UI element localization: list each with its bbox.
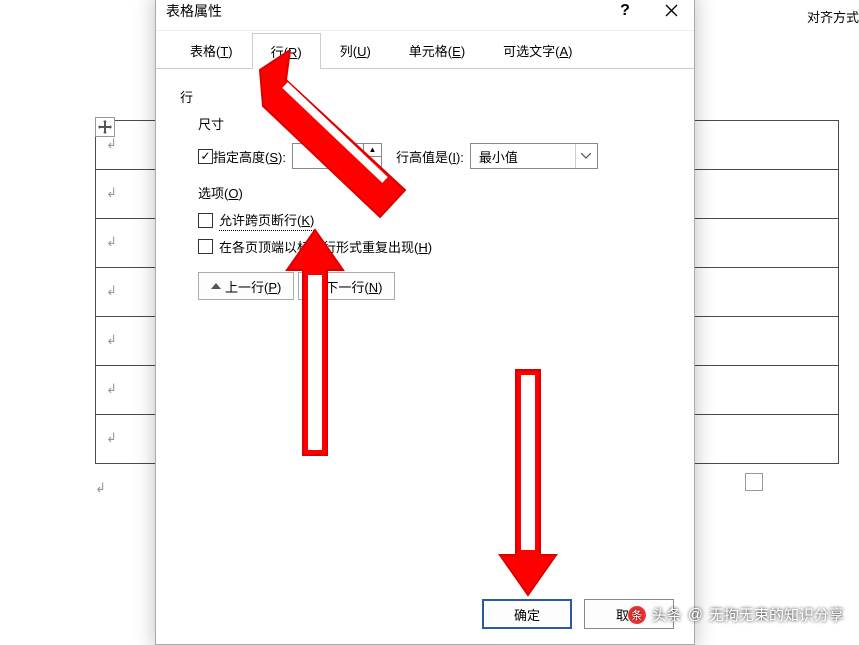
checkbox-allow-break[interactable]	[198, 213, 213, 228]
chevron-down-icon	[575, 144, 597, 168]
height-mode-select[interactable]: 最小值	[470, 143, 598, 169]
ok-button[interactable]: 确定	[482, 599, 572, 629]
allow-break-label: 允许跨页断行(K)	[219, 210, 314, 231]
tab-column[interactable]: 列(U)	[321, 32, 390, 68]
options-label: 选项(O)	[198, 183, 670, 202]
table-move-handle[interactable]	[95, 117, 115, 137]
watermark: 条 头条 @ 无拘无束的知识分享	[628, 604, 844, 625]
table-resize-handle[interactable]	[745, 473, 763, 491]
specify-height-label: 指定高度(S):	[213, 147, 286, 166]
row-section-label: 行	[180, 87, 670, 106]
checkbox-specify-height[interactable]	[198, 149, 213, 164]
size-label: 尺寸	[198, 114, 670, 133]
repeat-header-label: 在各页顶端以标题行形式重复出现(H)	[219, 237, 432, 256]
watermark-icon: 条	[628, 606, 646, 624]
tab-cell[interactable]: 单元格(E)	[390, 32, 484, 68]
close-button[interactable]	[648, 0, 694, 31]
tab-alttext[interactable]: 可选文字(A)	[484, 32, 591, 68]
height-input[interactable]	[293, 144, 363, 168]
ribbon-alignment-label: 对齐方式	[807, 7, 859, 26]
table-properties-dialog: 表格属性 ? 表格(T) 行(R) 列(U) 单元格(E) 可选文字(A) 行 …	[155, 0, 695, 645]
dialog-title: 表格属性	[166, 1, 602, 21]
spinner-down[interactable]: ▼	[364, 157, 381, 169]
spinner-up[interactable]: ▲	[364, 144, 381, 157]
dialog-titlebar: 表格属性 ?	[156, 0, 694, 31]
prev-row-button[interactable]: 上一行(P)	[198, 272, 294, 300]
triangle-up-icon	[211, 283, 221, 289]
height-spinner[interactable]: ▲ ▼	[292, 143, 382, 169]
help-button[interactable]: ?	[602, 0, 648, 31]
triangle-down-icon	[311, 283, 321, 289]
height-mode-value: 最小值	[471, 147, 575, 166]
next-row-button[interactable]: 下一行(N)	[298, 272, 395, 300]
height-is-label: 行高值是(I):	[396, 147, 464, 166]
paragraph-mark: ↲	[95, 480, 106, 496]
tab-row[interactable]: 行(R)	[252, 33, 321, 69]
row-pane: 行 尺寸 指定高度(S): ▲ ▼ 行高值是(I): 最小值	[156, 69, 694, 314]
tab-table[interactable]: 表格(T)	[171, 32, 252, 68]
dialog-tabs: 表格(T) 行(R) 列(U) 单元格(E) 可选文字(A)	[156, 31, 694, 69]
checkbox-repeat-header[interactable]	[198, 239, 213, 254]
